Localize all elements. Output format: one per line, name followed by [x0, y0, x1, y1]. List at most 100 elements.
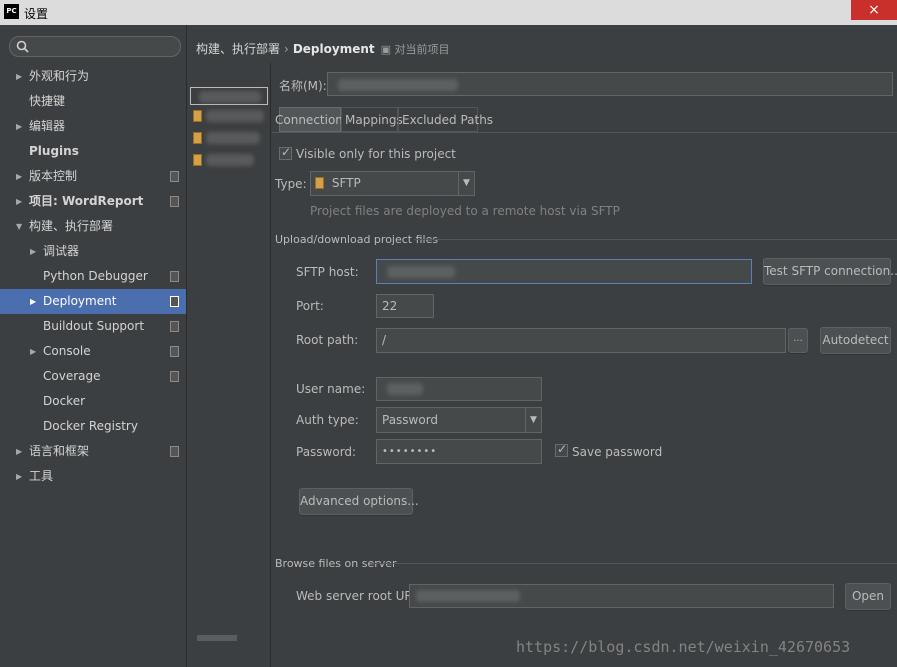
save-password-checkbox[interactable]: ✓ — [555, 442, 568, 457]
password-label: Password: — [296, 445, 357, 459]
settings-search-input[interactable] — [9, 36, 181, 57]
sidebar-item-label: Console — [43, 344, 91, 358]
chevron-right-icon[interactable]: ▶ — [30, 289, 36, 314]
server-list-item[interactable] — [190, 151, 268, 169]
server-icon — [193, 110, 202, 122]
chevron-right-icon[interactable]: ▶ — [16, 464, 22, 489]
sidebar-item-label: 构建、执行部署 — [29, 219, 114, 233]
sidebar-item[interactable]: Python Debugger — [0, 264, 186, 289]
sidebar-item[interactable]: ▶ Deployment — [0, 289, 186, 314]
chevron-right-icon[interactable]: ▶ — [16, 114, 22, 139]
sidebar-item[interactable]: Docker Registry — [0, 414, 186, 439]
sidebar-item[interactable]: 快捷键 — [0, 89, 186, 114]
chevron-right-icon[interactable]: ▶ — [30, 339, 36, 364]
chevron-right-icon[interactable]: ▶ — [16, 64, 22, 89]
sidebar-item[interactable]: ▶ 项目: WordReport — [0, 189, 186, 214]
sidebar-item-label: 调试器 — [43, 244, 80, 258]
sidebar-item-label: 外观和行为 — [29, 69, 90, 83]
chevron-right-icon[interactable]: ▶ — [16, 439, 22, 464]
sidebar-item-label: Buildout Support — [43, 319, 145, 333]
user-name-input[interactable] — [376, 377, 542, 401]
sidebar-item-label: Docker — [43, 394, 86, 408]
chevron-right-icon[interactable]: ▶ — [30, 239, 36, 264]
project-settings-icon — [170, 171, 179, 182]
project-settings-icon — [170, 196, 179, 207]
project-scope-label: ▣ 对当前项目 — [380, 43, 450, 56]
chevron-right-icon[interactable]: ▶ — [16, 189, 22, 214]
sidebar-item[interactable]: ▶ 语言和框架 — [0, 439, 186, 464]
project-settings-icon — [170, 271, 179, 282]
tab-excluded-paths[interactable]: Excluded Paths — [398, 107, 493, 132]
search-icon — [16, 40, 29, 53]
sidebar-item[interactable]: Docker — [0, 389, 186, 414]
breadcrumb-separator: › — [284, 42, 289, 56]
sidebar-item-label: 编辑器 — [29, 119, 66, 133]
web-server-root-url-label: Web server root URL: — [296, 589, 424, 603]
name-label: 名称(M): — [279, 79, 327, 93]
type-select[interactable]: SFTP ▼ — [310, 171, 475, 196]
sidebar-item[interactable]: ▶ 调试器 — [0, 239, 186, 264]
chevron-down-icon: ▼ — [525, 408, 541, 432]
open-url-button[interactable]: Open — [845, 583, 891, 610]
list-scrollbar[interactable] — [197, 635, 237, 641]
sidebar-item[interactable]: ▶ 外观和行为 — [0, 64, 186, 89]
advanced-options-button[interactable]: Advanced options... — [299, 488, 419, 515]
sidebar-item-label: Coverage — [43, 369, 101, 383]
sftp-server-icon — [193, 132, 202, 144]
password-input[interactable]: •••••••• — [376, 439, 542, 464]
server-name-field[interactable] — [327, 72, 893, 96]
sidebar-item[interactable]: Coverage — [0, 364, 186, 389]
sidebar-item[interactable]: Plugins — [0, 139, 186, 164]
project-settings-icon — [170, 371, 179, 382]
type-hint: Project files are deployed to a remote h… — [310, 204, 620, 218]
sidebar-item-label: 工具 — [29, 469, 54, 483]
browse-root-path-button[interactable]: ... — [788, 328, 808, 353]
chevron-down-icon: ▼ — [458, 172, 474, 195]
sidebar-item-label: 快捷键 — [29, 94, 66, 108]
sidebar-item-label: Docker Registry — [43, 419, 138, 433]
sidebar-item-label: 项目: WordReport — [29, 194, 144, 208]
auth-type-label: Auth type: — [296, 413, 359, 427]
sidebar-item-label: Python Debugger — [43, 269, 148, 283]
title-bar: PC 设置 × — [0, 0, 897, 25]
sidebar-item-label: 版本控制 — [29, 169, 78, 183]
type-label: Type: — [275, 177, 307, 191]
project-settings-icon — [170, 296, 179, 307]
auth-type-select[interactable]: Password ▼ — [376, 407, 542, 433]
breadcrumb-parent[interactable]: 构建、执行部署 — [196, 42, 280, 56]
chevron-right-icon[interactable]: ▶ — [16, 164, 22, 189]
sidebar-item[interactable]: ▼ 构建、执行部署 — [0, 214, 186, 239]
save-password-label: Save password — [572, 445, 663, 459]
sidebar-item[interactable]: ▶ Console — [0, 339, 186, 364]
server-list-item[interactable] — [190, 87, 268, 105]
pycharm-logo-icon: PC — [4, 4, 19, 19]
sidebar-item-label: Deployment — [43, 294, 117, 308]
server-list-item[interactable] — [190, 129, 268, 147]
web-server-root-url-input[interactable] — [409, 584, 834, 608]
project-scope-icon: ▣ — [380, 43, 395, 56]
chevron-down-icon[interactable]: ▼ — [16, 214, 22, 239]
visible-only-checkbox[interactable]: ✓ — [279, 145, 292, 160]
watermark-text: https://blog.csdn.net/weixin_42670653 — [516, 638, 851, 656]
deployment-server-list — [187, 63, 271, 667]
sidebar-item[interactable]: ▶ 编辑器 — [0, 114, 186, 139]
root-path-label: Root path: — [296, 333, 359, 347]
settings-sidebar: ▶ 外观和行为快捷键 ▶ 编辑器 Plugins ▶ 版本控制 ▶ 项目: WordReport… — [0, 25, 187, 667]
tab-mappings[interactable]: Mappings — [341, 107, 403, 132]
close-window-button[interactable]: × — [851, 0, 897, 20]
checkmark-icon: ✓ — [557, 442, 568, 456]
project-settings-icon — [170, 346, 179, 357]
server-list-item[interactable] — [190, 107, 268, 125]
sidebar-item[interactable]: ▶ 版本控制 — [0, 164, 186, 189]
sidebar-item-label: Plugins — [29, 144, 79, 158]
tab-connection[interactable]: Connection — [275, 107, 343, 132]
sidebar-item[interactable]: Buildout Support — [0, 314, 186, 339]
root-path-input[interactable]: / — [376, 328, 786, 353]
sidebar-item[interactable]: ▶ 工具 — [0, 464, 186, 489]
autodetect-button[interactable]: Autodetect — [820, 327, 891, 354]
breadcrumb: 构建、执行部署 › Deployment ▣ 对当前项目 — [196, 40, 450, 57]
port-input[interactable]: 22 — [376, 294, 434, 318]
sftp-host-input[interactable] — [376, 259, 752, 284]
test-sftp-connection-button[interactable]: Test SFTP connection... — [763, 258, 897, 285]
sftp-server-icon — [193, 154, 202, 166]
